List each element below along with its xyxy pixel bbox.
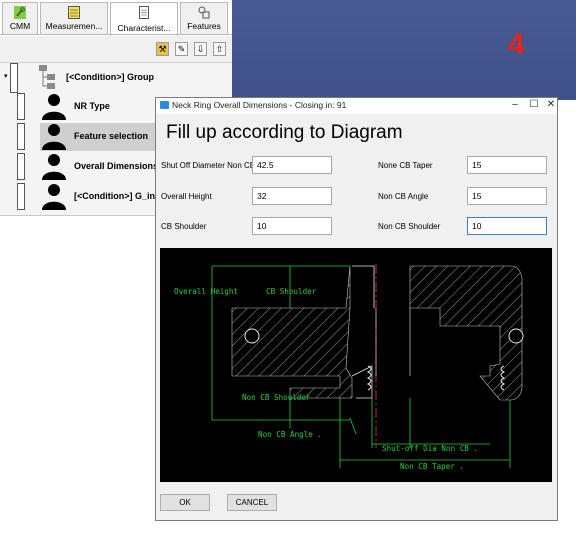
wrench-icon [14,6,26,19]
shapes-icon [198,6,210,19]
group-hierarchy-icon [39,65,55,89]
tree-item-g-info[interactable]: [<Condition>] G_info [74,191,164,201]
dialog-heading: Fill up according to Diagram [166,122,403,143]
field-label: CB Shoulder [161,222,207,231]
field-label: Shut Off Diameter Non CB [161,161,256,170]
field-label: Non CB Shoulder [378,222,441,231]
tree-checkbox[interactable] [10,63,18,93]
arrow-up-icon[interactable]: ⇧ [213,42,226,56]
non-cb-angle-input[interactable] [467,187,547,205]
tree-item-nr-type[interactable]: NR Type [74,101,110,111]
tab-measurements[interactable]: Measuremen... [40,2,108,34]
document-icon [139,6,149,19]
diagram-label-shutoff-dia: Shut-off Dia Non CB . [382,444,478,453]
diagram-label-non-cb-shoulder: Non CB Shoulder [242,393,311,402]
ok-button[interactable]: OK [160,494,210,511]
pencil-icon[interactable]: ✎ [175,42,188,56]
diagram-label-overall-height: Overall Height [174,287,238,296]
minimize-icon[interactable]: – [508,99,522,111]
tab-features[interactable]: Features [180,2,228,34]
tree-checkbox[interactable] [17,123,25,150]
arrow-down-icon[interactable]: ⇩ [194,42,207,56]
user-icon [42,124,66,150]
user-icon [42,154,66,180]
overall-height-input[interactable] [252,187,332,205]
non-cb-shoulder-input[interactable] [467,217,547,235]
app-icon [160,101,169,109]
tree-item-feature-selection[interactable]: Feature selection [74,131,148,141]
tree-checkbox[interactable] [17,183,25,210]
field-label: None CB Taper [378,161,433,170]
tree-group-label[interactable]: [<Condition>] Group [66,72,154,82]
dialog-title: Neck Ring Overall Dimensions - Closing i… [172,100,347,110]
diagram-label-cb-shoulder: CB Shoulder [266,287,317,296]
user-icon [42,184,66,210]
tab-cmm[interactable]: CMM [2,2,38,34]
none-cb-taper-input[interactable] [467,156,547,174]
table-icon [68,6,80,19]
cb-shoulder-input[interactable] [252,217,332,235]
diagram-label-non-cb-angle: Non CB Angle . [258,430,322,439]
cancel-button[interactable]: CANCEL [227,494,277,511]
collapse-arrow-icon[interactable]: ▾ [4,72,8,80]
user-icon [42,94,66,120]
step-number: 4 [508,28,525,61]
tools-icon[interactable]: ⚒ [156,42,169,56]
neck-ring-diagram: Overall Height CB Shoulder Non CB Should… [160,248,552,482]
diagram-label-non-cb-taper: Non CB Taper . [400,462,464,471]
tree-checkbox[interactable] [17,153,25,180]
tree-item-overall-dimensions[interactable]: Overall Dimensions [74,161,158,171]
close-icon[interactable]: ✕ [544,99,558,111]
field-label: Overall Height [161,192,212,201]
shut-off-diameter-input[interactable] [252,156,332,174]
tab-divider [0,34,232,35]
maximize-icon[interactable]: ☐ [527,99,541,111]
tree-checkbox[interactable] [17,93,25,120]
field-label: Non CB Angle [378,192,429,201]
tab-characteristics[interactable]: Characterist... [110,2,178,36]
